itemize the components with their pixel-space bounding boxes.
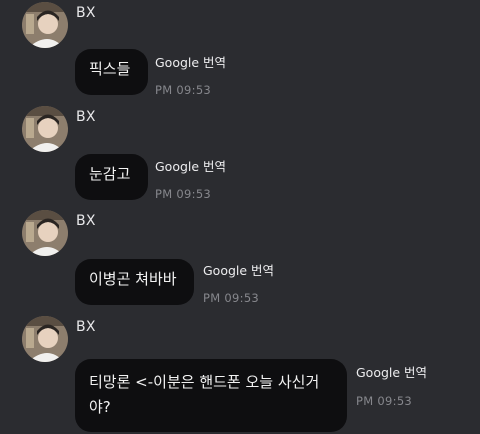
sender-name: BX <box>76 213 96 229</box>
avatar[interactable] <box>22 106 68 152</box>
avatar[interactable] <box>22 210 68 256</box>
google-translate-link[interactable]: Google 번역 <box>203 260 274 279</box>
message-bubble[interactable]: 눈감고 <box>75 154 148 200</box>
sender-name: BX <box>76 5 96 21</box>
avatar[interactable] <box>22 316 68 362</box>
message-item: BX 픽스들 Google 번역 PM 09:53 <box>0 2 480 98</box>
message-time: PM 09:53 <box>356 394 413 408</box>
google-translate-link[interactable]: Google 번역 <box>155 156 226 175</box>
google-translate-link[interactable]: Google 번역 <box>155 52 226 71</box>
avatar[interactable] <box>22 2 68 48</box>
message-item: BX 이병곤 쳐바바 Google 번역 PM 09:53 <box>0 210 480 310</box>
sender-name: BX <box>76 319 96 335</box>
message-bubble[interactable]: 티망론 <-이분은 핸드폰 오늘 사신거야? <box>75 359 347 432</box>
message-time: PM 09:53 <box>155 83 212 97</box>
message-item: BX 티망론 <-이분은 핸드폰 오늘 사신거야? Google 번역 PM 0… <box>0 316 480 434</box>
message-time: PM 09:53 <box>203 291 260 305</box>
message-item: BX 눈감고 Google 번역 PM 09:53 <box>0 106 480 204</box>
google-translate-link[interactable]: Google 번역 <box>356 362 427 381</box>
sender-name: BX <box>76 109 96 125</box>
message-bubble[interactable]: 이병곤 쳐바바 <box>75 259 194 305</box>
message-time: PM 09:53 <box>155 187 212 201</box>
message-bubble[interactable]: 픽스들 <box>75 49 148 95</box>
